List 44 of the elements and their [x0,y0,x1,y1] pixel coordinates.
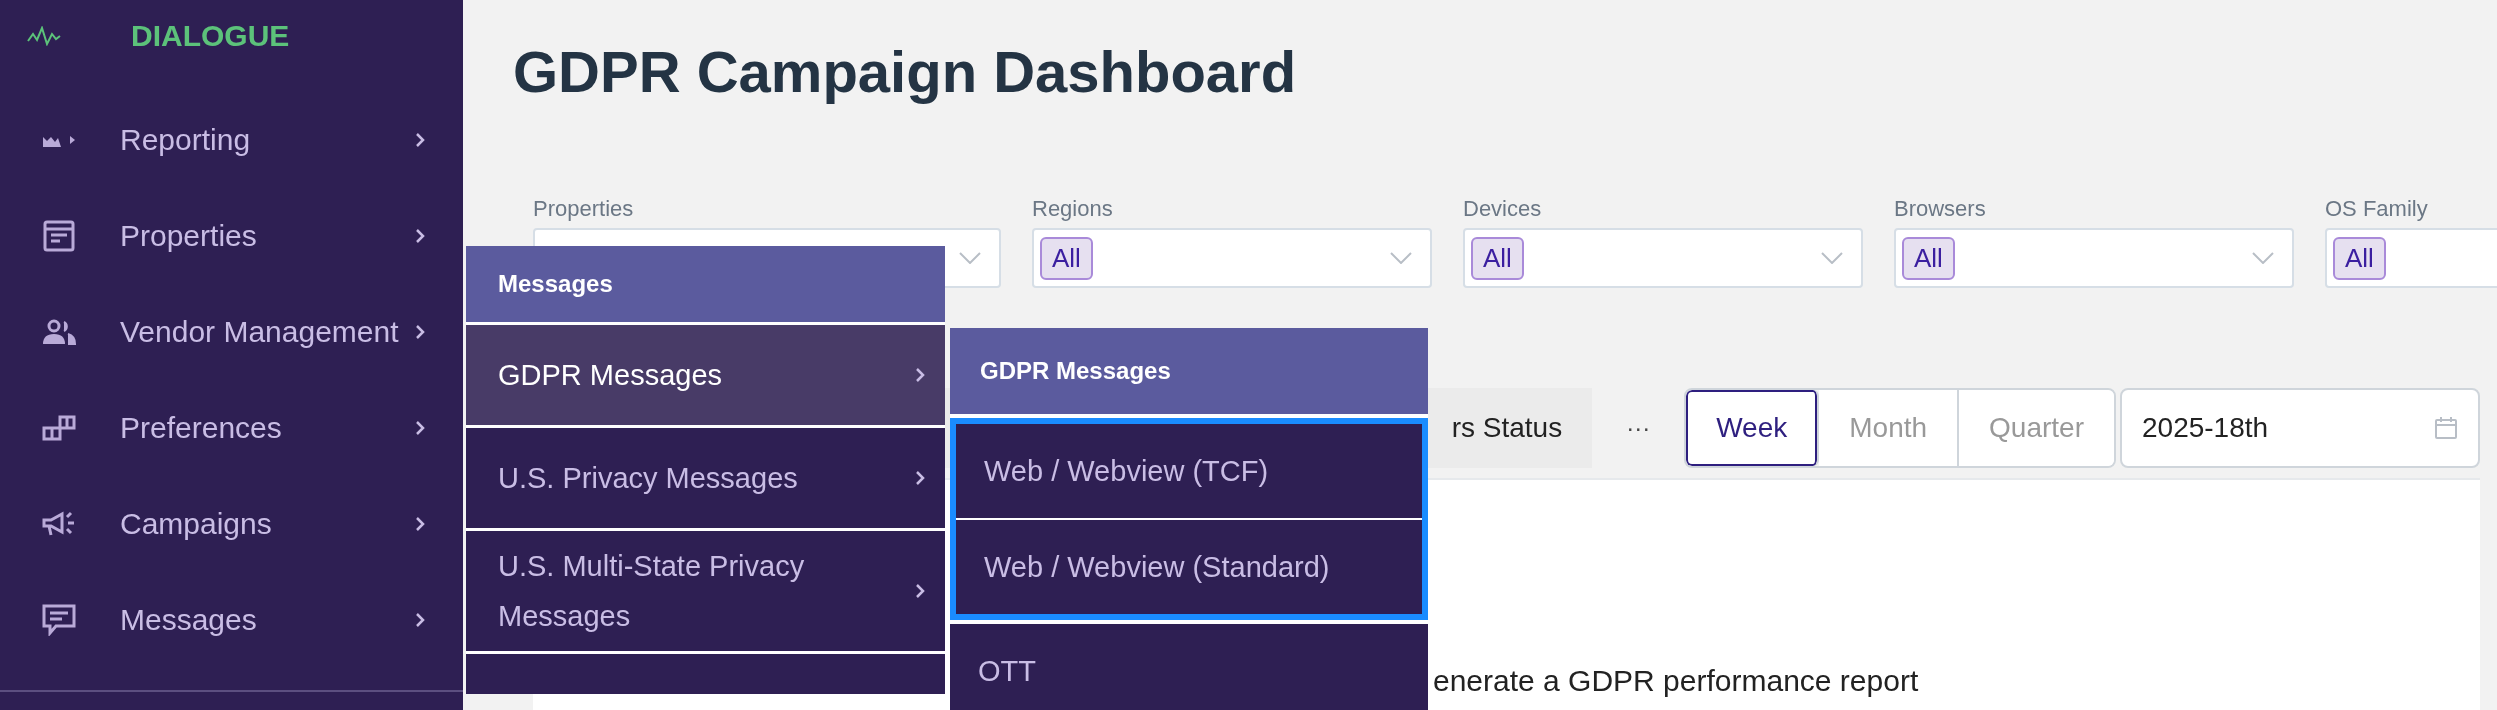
nav-item[interactable]: Preferences [0,380,463,476]
filter-label: Regions [1032,196,1114,222]
panel-text: enerate a GDPR performance report [1433,664,1919,698]
menu-item[interactable]: GDPR Messages [466,325,945,425]
caret-down-icon [1390,252,1412,264]
page-title: GDPR Campaign Dashboard [513,38,1298,106]
filter-label: Browsers [1894,196,1987,222]
nav-item[interactable]: Campaigns [0,476,463,572]
filter-select[interactable]: All [1032,228,1432,288]
caret-down-icon [2252,252,2274,264]
nav-item[interactable]: Messages [0,572,463,668]
brand-name: DIALOGUE [131,19,290,53]
nav-item[interactable]: Vendor Management [0,284,463,380]
filter-label: Devices [1463,196,1543,222]
menu-item[interactable]: U.S. Privacy Messages [466,428,945,528]
menu-item[interactable] [466,654,945,694]
caret-down-icon [959,252,981,264]
menu-item[interactable]: Web / Webview (Standard) [956,520,1422,614]
megaphone-icon [42,510,76,538]
menu-item[interactable]: OTT [950,624,1428,710]
filter-chip: All [1902,236,1955,280]
nav-item[interactable]: Properties [0,188,463,284]
filter-label: Properties [533,196,635,222]
filter-select[interactable]: All [1463,228,1863,288]
filter-select[interactable]: All [1894,228,2294,288]
filter-label: OS Family [2325,196,2429,222]
menu-item[interactable]: Web / Webview (TCF) [956,424,1422,518]
caret-down-icon [1821,252,1843,264]
people-icon [42,319,76,345]
chat-icon [42,604,76,636]
nav-item[interactable]: Reporting [0,92,463,188]
filter-chip: All [1040,236,1093,280]
period-button[interactable]: Week [1686,390,1820,466]
calendar-icon [2434,416,2458,440]
filter-chip: All [1471,236,1524,280]
filter-chip: All [2333,236,2386,280]
date-field[interactable]: 2025-18th [2120,388,2480,468]
menu-header: GDPR Messages [950,328,1428,414]
blocks-icon [42,415,76,441]
filter-select[interactable]: All [2325,228,2497,288]
menu-header: Messages [466,246,945,322]
menu-item[interactable]: U.S. Multi-State Privacy Messages [466,531,945,651]
pulse-icon [27,26,61,46]
document-icon [43,220,75,252]
